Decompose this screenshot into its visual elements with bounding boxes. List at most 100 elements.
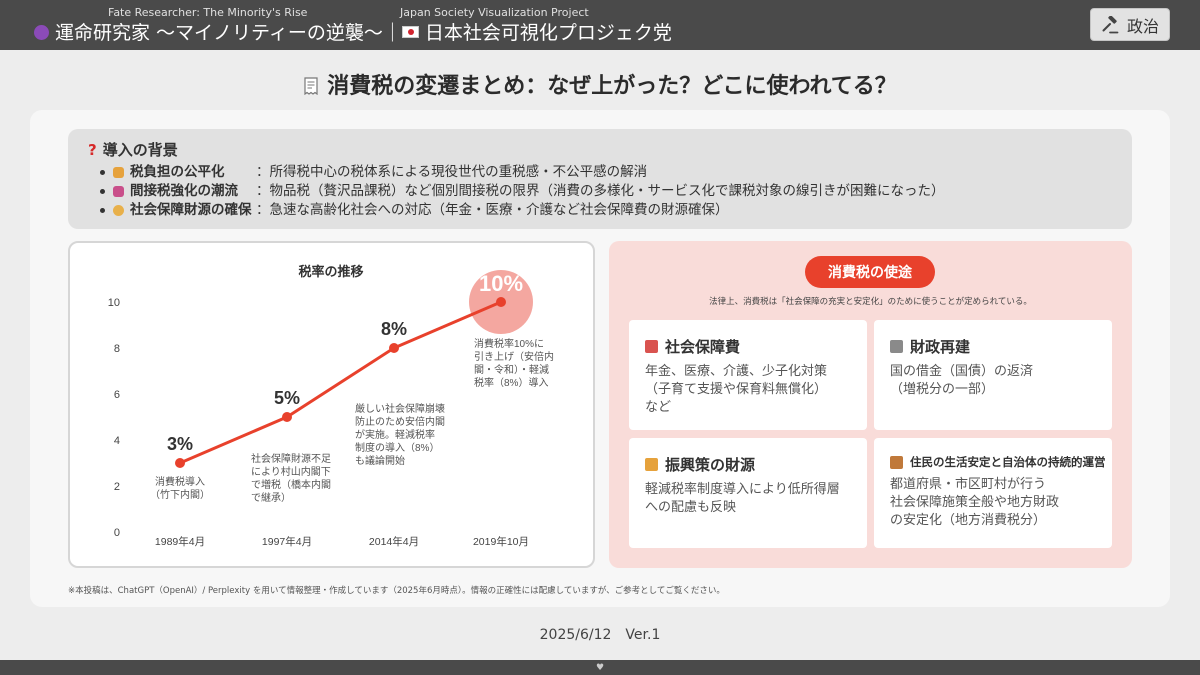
data-label: 5% [274,388,300,408]
background-item-desc: ：物品税（贅沢品課税）など個別間接税の限界（消費の多様化・サービス化で課税対象の… [256,183,945,199]
channel-title-text: 運命研究家 〜マイノリティーの逆襲〜｜ [55,22,402,44]
bullet-dot [100,189,105,194]
bullet-dot [100,208,105,213]
question-mark-icon: ? [88,141,97,159]
annotation-line: 引き上げ（安倍内 [474,350,554,363]
use-card-title-text: 社会保障費 [665,338,741,356]
y-tick-label: 4 [114,435,120,447]
data-label: 3% [167,434,193,454]
background-heading: ? 導入の背景 [88,139,1112,160]
tax-uses-panel: 消費税の使途 法律上、消費税は「社会保障の充実と安定化」のために使うことが定めら… [609,241,1132,568]
use-card-title: 振興策の財源 [645,454,851,475]
annotation-line: （竹下内閣） [150,488,210,501]
use-card-desc: 年金、医療、介護、少子化対策 （子育て支援や保育料無償化） など [645,364,828,415]
y-tick-label: 0 [114,527,120,539]
use-card-social-security: 社会保障費 年金、医療、介護、少子化対策 （子育て支援や保育料無償化） など [629,320,867,430]
family-icon [890,455,903,469]
annotation-line: 税率（8%）導入 [474,376,548,389]
data-point [175,458,185,468]
page-title-text: 消費税の変遷まとめ：なぜ上がった？どこに使われてる？ [327,74,897,99]
background-item: 税負担の公平化 ：所得税中心の税体系による現役世代の重税感・不公平感の解消 [88,163,1112,182]
background-item-desc: ：所得税中心の税体系による現役世代の重税感・不公平感の解消 [256,164,648,180]
hospital-icon [645,340,658,353]
tax-rate-chart-panel: 税率の推移 0 2 4 6 8 10 1989年4月 1997年4月 2014年4月 2019年10… [68,241,595,568]
series-line [179,300,502,465]
y-tick-label: 6 [114,389,120,401]
annotation-line: で増税（橋本内閣 [251,478,331,491]
use-card-local-government: 住民の生活安定と自治体の持続的運営 都道府県・市区町村が行う 社会保障施策全般や… [874,438,1112,548]
annotation-text: 消費税導入（竹下内閣） [150,475,210,501]
project-subtitle: Japan Society Visualization Project [400,6,589,19]
data-point [389,343,399,353]
politics-button-label: 政治 [1126,16,1159,36]
use-card-title-text: 振興策の財源 [665,456,756,474]
background-section: ? 導入の背景 税負担の公平化 ：所得税中心の税体系による現役世代の重税感・不公平… [68,129,1132,229]
background-item: 社会保障財源の確保 ：急速な高齢化社会への対応（年金・医療・介護など社会保障費の… [88,201,1112,220]
person-icon [113,167,124,178]
tax-uses-heading: 消費税の使途 [805,256,935,288]
data-label: 8% [381,319,407,339]
header-bar: Fate Researcher: The Minority's Rise 運命研… [0,0,1200,50]
shopping-bag-icon [113,186,124,197]
background-item: 間接税強化の潮流 ：物品税（贅沢品課税）など個別間接税の限界（消費の多様化・サー… [88,182,1112,201]
annotation-line: で継承） [251,491,291,504]
x-tick-label: 1989年4月 [155,535,205,548]
use-card-title: 社会保障費 [645,336,851,357]
annotation-line: 防止のため安倍内閣 [355,415,445,428]
use-card-title-text: 住民の生活安定と自治体の持続的運営 [910,455,1106,469]
background-item-label: 間接税強化の潮流 [130,183,238,199]
footer-bar: ♥ [0,660,1200,675]
background-item-label: 社会保障財源の確保 [130,202,252,218]
background-item-label: 税負担の公平化 [130,164,225,180]
annotation-line: 消費税導入 [155,475,205,488]
use-card-fiscal-reconstruction: 財政再建 国の借金（国債）の返済 （増税分の一部） [874,320,1112,430]
use-card-desc: 国の借金（国債）の返済 （増税分の一部） [890,364,1034,397]
data-label: 10% [479,271,523,296]
date-version: 2025/6/12 Ver.1 [539,627,661,643]
background-heading-text: 導入の背景 [102,141,178,159]
annotation-line: 社会保障財源不足 [251,452,331,465]
use-card-desc: 軽減税率制度導入により低所得層 への配慮も反映 [645,482,840,515]
footnote: ※本投稿は、ChatGPT（OpenAI）/ Perplexity を用いて情報… [68,586,725,596]
gavel-icon [1102,15,1119,33]
tax-uses-note: 法律上、消費税は「社会保障の充実と安定化」のために使うことが定められている。 [709,297,1032,307]
x-tick-label: 2014年4月 [369,535,419,548]
people-icon [645,458,658,471]
x-tick-label: 1997年4月 [262,535,312,548]
japan-flag-icon [401,26,419,38]
x-tick-label: 2019年10月 [473,535,529,548]
annotation-text: 厳しい社会保障崩壊防止のため安倍内閣が実施。軽減税率制度の導入（8%）も議論開始 [355,402,445,467]
y-tick-label: 2 [114,481,120,493]
use-card-desc: 都道府県・市区町村が行う 社会保障施策全般や地方財政 の安定化（地方消費税分） [890,477,1060,528]
data-point [496,297,506,307]
y-tick-label: 10 [108,297,120,309]
project-title-text: 日本社会可視化プロジェク党 [424,22,672,44]
bullet-dot [100,170,105,175]
annotation-text: 消費税率10%に引き上げ（安倍内閣・令和）・軽減税率（8%）導入 [474,337,554,389]
use-card-title: 財政再建 [890,336,1096,357]
background-item-desc: ：急速な高齢化社会への対応（年金・医療・介護など社会保障費の財源確保） [256,202,729,218]
annotation-line: 閣・令和）・軽減 [474,363,549,376]
receipt-icon [304,77,318,96]
elderly-person-icon [113,205,124,216]
politics-category-button[interactable]: 政治 [1090,8,1170,41]
channel-title: 運命研究家 〜マイノリティーの逆襲〜｜ 日本社会可視化プロジェク党 [34,18,672,45]
crystal-ball-icon [34,25,49,40]
heart-icon: ♥ [595,662,605,673]
annotation-line: も議論開始 [355,454,405,467]
use-card-title-text: 財政再建 [910,338,971,356]
annotation-line: 制度の導入（8%） [355,441,439,454]
annotation-line: 消費税率10%に [474,337,544,350]
use-card-promotion-funds: 振興策の財源 軽減税率制度導入により低所得層 への配慮も反映 [629,438,867,548]
data-point [282,412,292,422]
annotation-line: が実施。軽減税率 [355,428,435,441]
annotation-line: により村山内閣下 [251,465,331,478]
bank-icon [890,340,903,353]
tax-rate-line-chart: 税率の推移 0 2 4 6 8 10 1989年4月 1997年4月 2014年4月 2019年10… [108,264,554,548]
annotation-line: 厳しい社会保障崩壊 [355,402,445,415]
y-tick-label: 8 [114,343,120,355]
use-card-title: 住民の生活安定と自治体の持続的運営 [890,454,1106,470]
chart-title: 税率の推移 [298,264,363,279]
annotation-text: 社会保障財源不足により村山内閣下で増税（橋本内閣で継承） [251,452,331,504]
page-title: 消費税の変遷まとめ：なぜ上がった？どこに使われてる？ [0,68,1200,100]
